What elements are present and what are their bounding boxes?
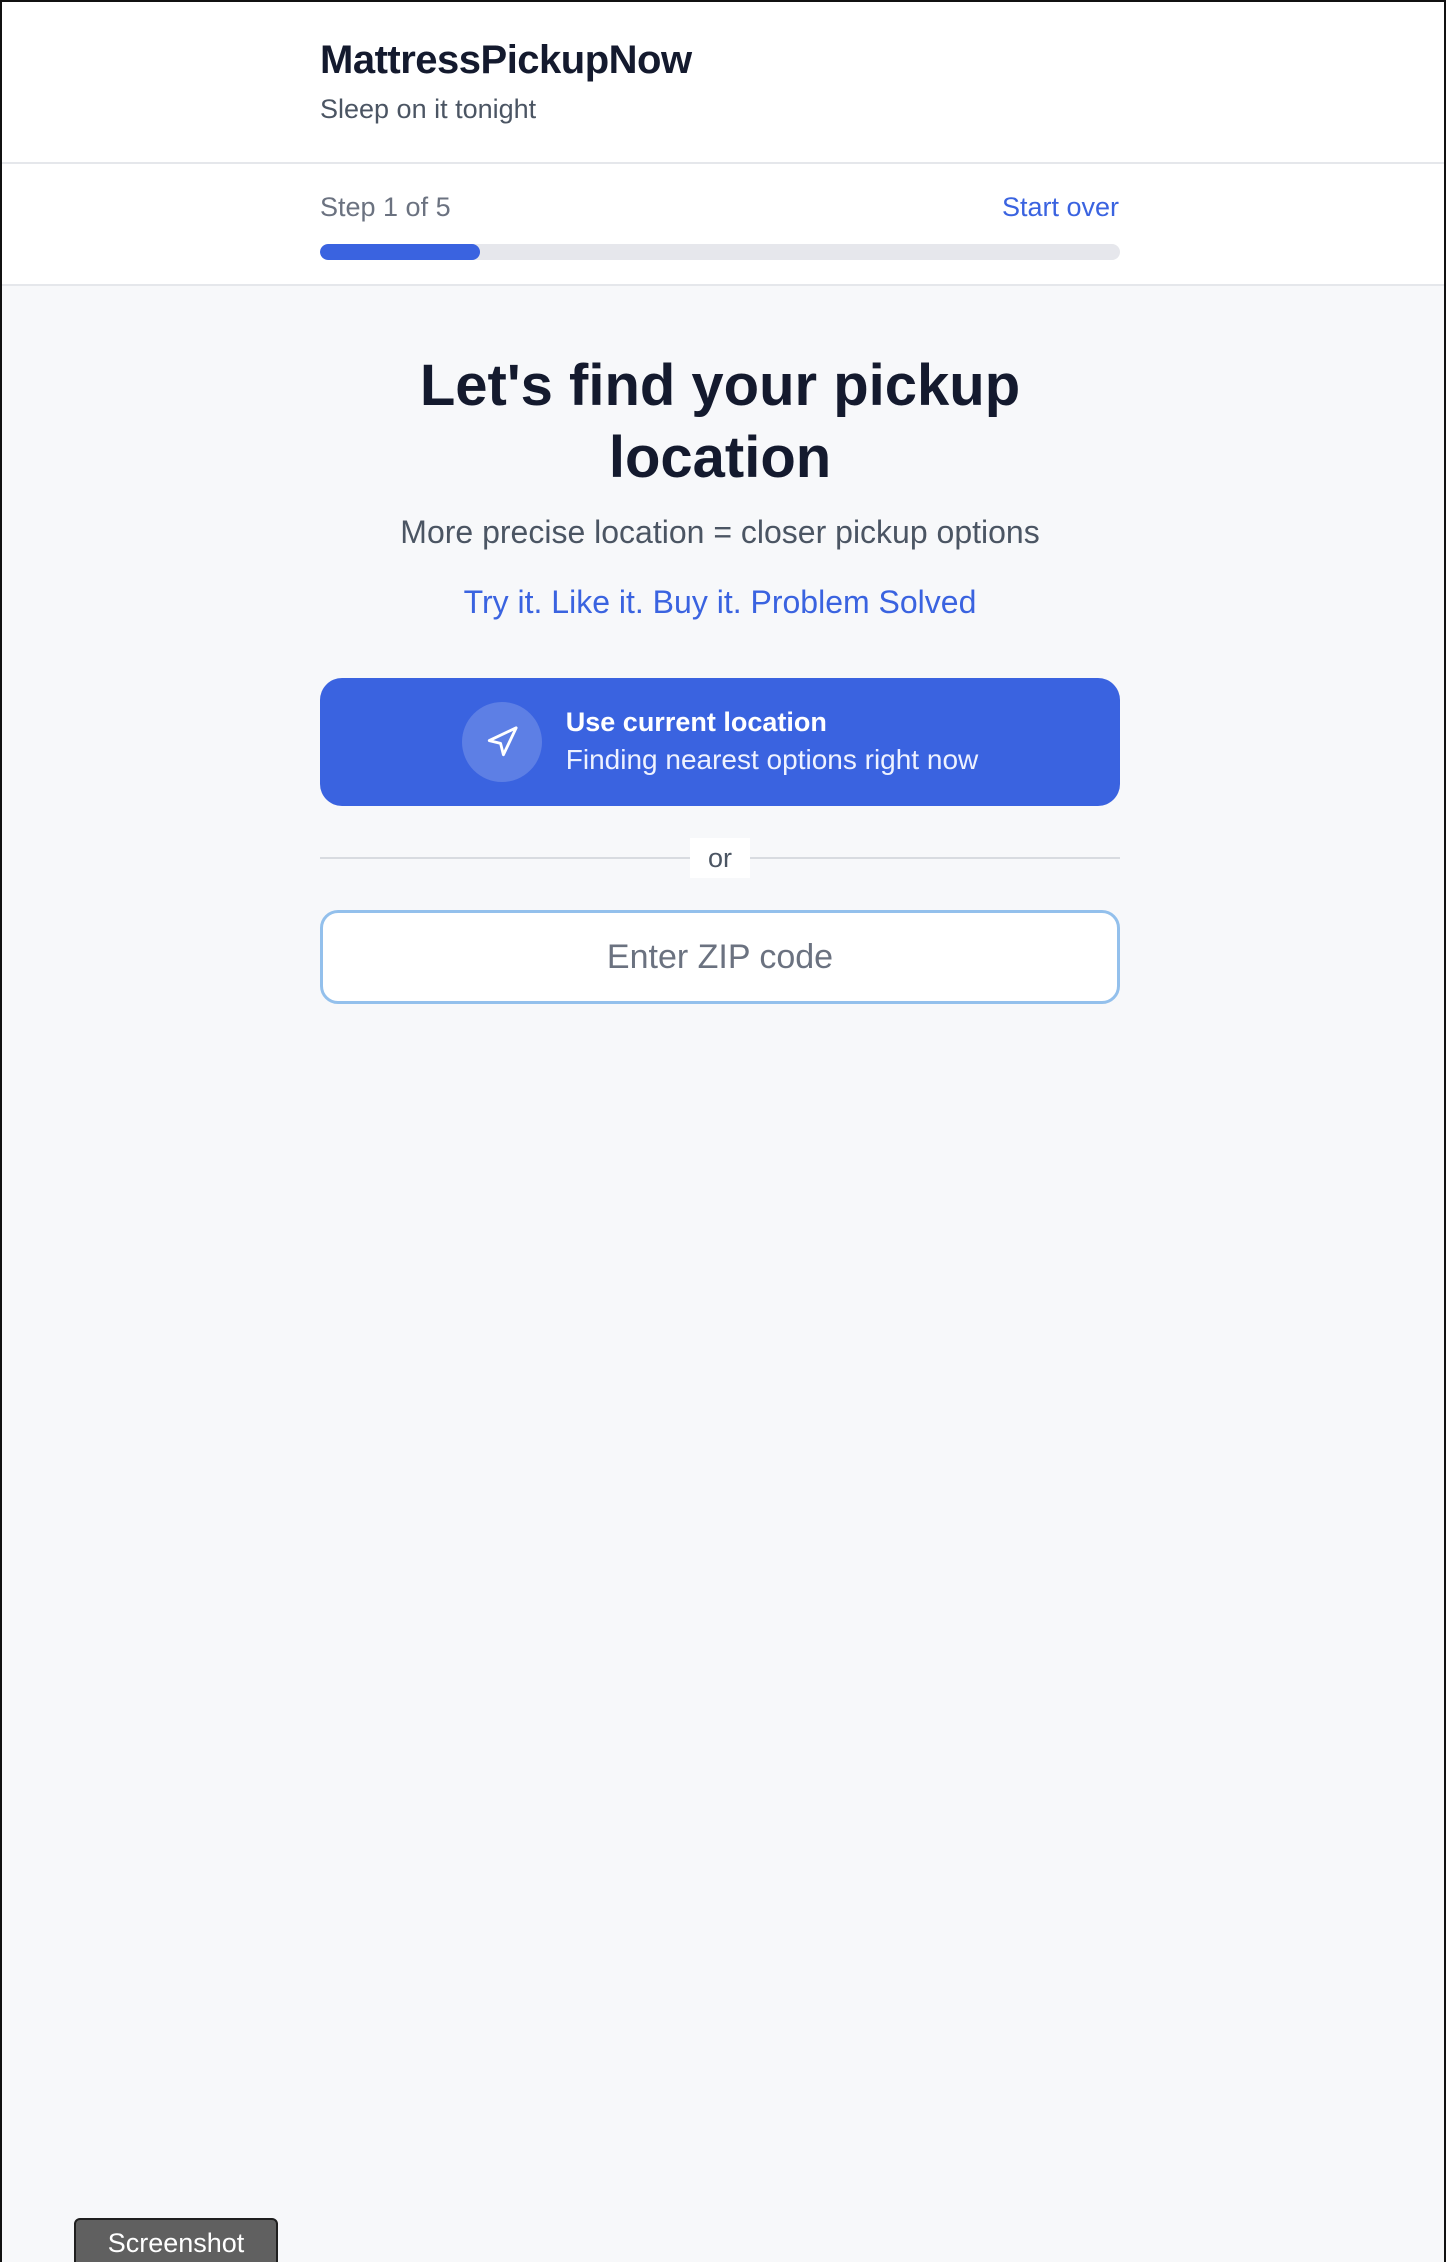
page-title: Let's find your pickup location [419,353,1021,490]
location-button-title: Use current location [565,707,827,737]
zip-code-input[interactable] [320,910,1120,1004]
or-divider: or [320,838,1120,878]
step-progress-bar: Step 1 of 5 Start over [0,164,1446,286]
navigation-arrow-icon [461,702,542,782]
step-indicator: Step 1 of 5 [320,192,451,222]
divider-label: or [690,838,750,878]
location-button-text: Use current location Finding nearest opt… [566,704,978,780]
brand-title: MattressPickupNow [320,38,692,82]
location-button-subtitle: Finding nearest options right now [565,744,979,775]
brand-tagline: Sleep on it tonight [320,94,537,124]
page-subtitle: More precise location = closer pickup op… [400,514,1040,550]
slogan: Try it. Like it. Buy it. Problem Solved [463,584,977,620]
progress-track [320,244,1120,260]
use-current-location-button[interactable]: Use current location Finding nearest opt… [320,678,1120,806]
screenshot-button[interactable]: Screenshot [74,2218,278,2262]
start-over-link[interactable]: Start over [1002,192,1119,223]
progress-fill [320,244,480,260]
main-content: Let's find your pickup location More pre… [320,286,1120,1004]
app-header: MattressPickupNow Sleep on it tonight [0,0,1446,164]
